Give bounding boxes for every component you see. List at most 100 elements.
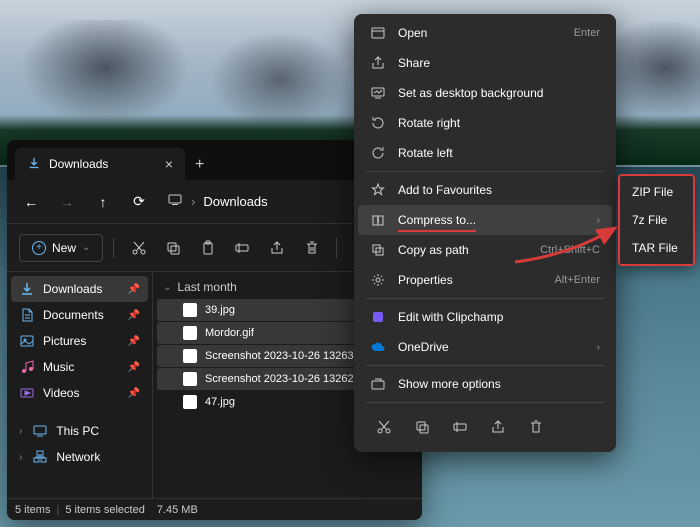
delete-action[interactable] [520,412,552,442]
menu-item-rotate-left[interactable]: Rotate left [358,138,612,168]
plus-icon: + [32,241,46,255]
rename-action[interactable] [444,412,476,442]
menu-item-label: Rotate right [398,116,600,130]
menu-item-label: Open [398,26,562,40]
menu-separator [366,171,604,172]
sidebar-item-documents[interactable]: Documents 📌 [11,302,148,328]
pin-icon: 📌 [128,362,140,373]
menu-separator [366,298,604,299]
copy-action[interactable] [406,412,438,442]
menu-shortcut: Alt+Enter [554,274,600,286]
properties-icon [370,272,386,288]
tab-downloads[interactable]: Downloads × [15,148,185,180]
file-icon [183,372,197,386]
menu-item-rotate-right[interactable]: Rotate right [358,108,612,138]
sidebar-item-label: Documents [43,308,104,322]
submenu-item-tar-file[interactable]: TAR File [622,234,691,262]
menu-item-copy-as-path[interactable]: Copy as pathCtrl+Shift+C [358,235,612,265]
chevron-right-icon: › [597,342,600,353]
rotate-r-icon [370,115,386,131]
menu-item-add-to-favourites[interactable]: Add to Favourites [358,175,612,205]
breadcrumb-current[interactable]: Downloads [203,194,267,209]
menu-item-label: Edit with Clipchamp [398,310,600,324]
sidebar-item-downloads[interactable]: Downloads📌 [11,276,148,302]
menu-separator [366,365,604,366]
submenu-item-zip-file[interactable]: ZIP File [622,178,691,206]
sidebar-item-this-pc[interactable]: › This PC [11,418,148,444]
compress-icon [370,212,386,228]
file-icon [183,326,197,340]
clipchamp-icon [370,309,386,325]
back-button[interactable]: ← [15,186,47,218]
sidebar-item-label: Music [43,360,74,374]
desktop-icon [370,85,386,101]
new-button[interactable]: + New ⌄ [19,234,103,262]
network-icon [32,449,48,465]
menu-item-edit-with-clipchamp[interactable]: Edit with Clipchamp [358,302,612,332]
sidebar-item-label: This PC [56,424,99,438]
menu-item-compress-to-[interactable]: Compress to... › [358,205,612,235]
menu-item-properties[interactable]: Properties Alt+Enter [358,265,612,295]
download-icon [27,157,41,171]
menu-item-label: Compress to... [398,213,585,227]
menu-item-label: Show more options [398,377,600,391]
file-name: 39.jpg [205,304,235,316]
menu-item-label: Rotate left [398,146,600,160]
separator: | [56,504,59,516]
pin-icon: 📌 [128,388,140,399]
separator [336,238,337,258]
menu-item-label: OneDrive [398,340,585,354]
rename-button[interactable] [228,232,257,264]
sidebar-item-pictures[interactable]: Pictures📌 [11,328,148,354]
copy-button[interactable] [159,232,188,264]
menu-item-label: Properties [398,273,542,287]
sidebar-item-music[interactable]: Music 📌 [11,354,148,380]
status-bar: 5 items | 5 items selected 7.45 MB [7,498,422,520]
share-action[interactable] [482,412,514,442]
path-icon [370,242,386,258]
delete-button[interactable] [297,232,326,264]
menu-item-onedrive[interactable]: OneDrive › [358,332,612,362]
refresh-button[interactable]: ⟳ [123,186,155,218]
sidebar-item-label: Network [56,450,100,464]
close-icon[interactable]: × [165,156,173,172]
file-name: Mordor.gif [205,327,254,339]
highlight-underline [398,230,476,232]
menu-item-label: Copy as path [398,243,528,257]
status-size: 7.45 MB [157,504,198,516]
menu-item-show-more-options[interactable]: Show more options [358,369,612,399]
forward-button[interactable]: → [51,186,83,218]
sidebar-item-label: Downloads [43,282,102,296]
sidebar-item-label: Pictures [43,334,86,348]
sidebar-item-network[interactable]: ›Network [11,444,148,470]
file-icon [183,303,197,317]
chevron-right-icon: › [597,215,600,226]
file-icon [183,349,197,363]
sidebar-item-videos[interactable]: Videos 📌 [11,380,148,406]
menu-separator [366,402,604,403]
menu-item-open[interactable]: Open Enter [358,18,612,48]
pc-icon [167,192,183,211]
chevron-right-icon: › [19,426,22,437]
pin-icon: 📌 [128,310,140,321]
submenu-item--z-file[interactable]: 7z File [622,206,691,234]
onedrive-icon [370,339,386,355]
share-button[interactable] [263,232,292,264]
new-tab-button[interactable]: + [185,150,214,180]
new-label: New [52,241,76,255]
navigation-pane: Downloads📌Documents📌Pictures📌Music📌Video… [7,272,152,498]
group-label: Last month [177,280,236,294]
chevron-right-icon: › [191,194,195,209]
menu-item-share[interactable]: Share [358,48,612,78]
cut-button[interactable] [124,232,153,264]
menu-action-bar [358,406,612,448]
menu-item-label: Add to Favourites [398,183,600,197]
paste-button[interactable] [193,232,222,264]
cut-action[interactable] [368,412,400,442]
menu-shortcut: Enter [574,27,600,39]
star-icon [370,182,386,198]
more-icon [370,376,386,392]
up-button[interactable]: ↑ [87,186,119,218]
menu-item-set-as-desktop-background[interactable]: Set as desktop background [358,78,612,108]
sidebar-item-label: Videos [43,386,79,400]
